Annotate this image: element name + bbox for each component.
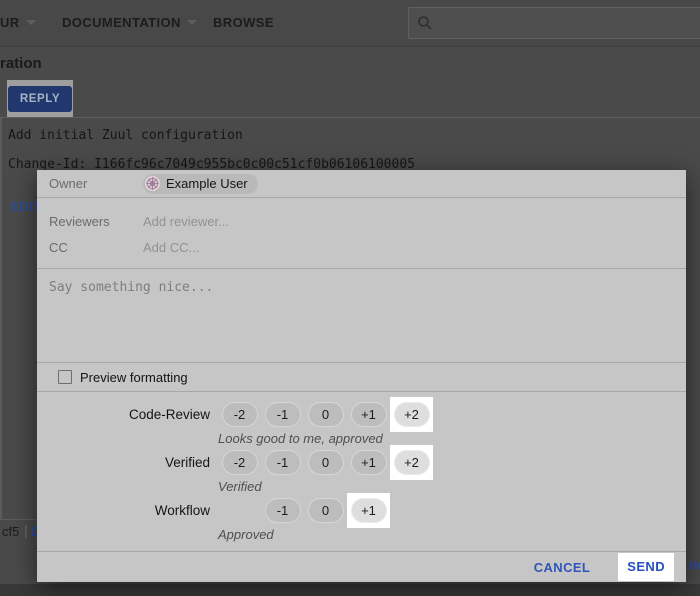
cc-label: CC <box>49 240 143 255</box>
workflow-zero-button[interactable]: 0 <box>308 498 344 523</box>
nav-item-browse-label: BROWSE <box>213 15 274 30</box>
search-box[interactable] <box>408 7 700 39</box>
commit-hash-fragment: cf5 <box>2 524 19 539</box>
divider <box>0 117 700 118</box>
send-spotlight: SEND <box>618 553 674 581</box>
code-review-minus1-button[interactable]: -1 <box>265 402 301 427</box>
owner-name: Example User <box>166 176 248 191</box>
reply-dialog: Owner Example User Reviewers Add reviewe… <box>37 170 686 582</box>
vote-slot: -1 <box>261 493 304 528</box>
comment-placeholder: Say something nice... <box>49 280 213 295</box>
verified-label: Verified <box>45 455 210 470</box>
add-reviewer-input[interactable]: Add reviewer... <box>143 214 229 229</box>
reviewers-label: Reviewers <box>49 214 143 229</box>
workflow-minus1-button[interactable]: -1 <box>265 498 301 523</box>
page-title: ration <box>0 55 42 72</box>
vote-slot: 0 <box>304 493 347 528</box>
nav-item-browse[interactable]: BROWSE <box>213 0 274 46</box>
commit-card-edge <box>0 117 2 519</box>
vote-row-workflow: Workflow -1 0 +1 <box>37 493 686 528</box>
vote-slot: +1 <box>347 445 390 480</box>
owner-label: Owner <box>49 176 143 191</box>
vote-slot: -1 <box>261 445 304 480</box>
preview-formatting-label: Preview formatting <box>80 370 188 385</box>
separator: | <box>24 522 28 538</box>
search-icon <box>417 15 433 31</box>
vote-slot: -2 <box>218 445 261 480</box>
code-review-zero-button[interactable]: 0 <box>308 402 344 427</box>
search-input[interactable] <box>433 15 700 32</box>
verified-zero-button[interactable]: 0 <box>308 450 344 475</box>
nav-item-documentation-label: DOCUMENTATION <box>62 15 181 30</box>
code-review-minus2-button[interactable]: -2 <box>222 402 258 427</box>
verified-minus2-button[interactable]: -2 <box>222 450 258 475</box>
vote-spotlight: +2 <box>390 445 433 480</box>
people-section: Reviewers Add reviewer... CC Add CC... <box>37 198 686 269</box>
cancel-button[interactable]: CANCEL <box>528 559 597 576</box>
commit-message: Add initial Zuul configuration <box>8 128 243 143</box>
vote-spotlight: +2 <box>390 397 433 432</box>
code-review-plus1-button[interactable]: +1 <box>351 402 387 427</box>
chevron-down-icon <box>187 20 197 25</box>
show-link-fragment[interactable]: HO <box>688 558 700 573</box>
nav-item-documentation[interactable]: DOCUMENTATION <box>62 0 197 46</box>
vote-slot: -1 <box>261 397 304 432</box>
vote-row-code-review: Code-Review -2 -1 0 +1 +2 <box>37 397 686 432</box>
vote-slot: -2 <box>218 397 261 432</box>
verified-plus2-button[interactable]: +2 <box>394 450 430 475</box>
reviewers-row: Reviewers Add reviewer... <box>49 208 686 234</box>
verified-plus1-button[interactable]: +1 <box>351 450 387 475</box>
code-review-label: Code-Review <box>45 407 210 422</box>
nav-item-your-label: UR <box>0 15 20 30</box>
page-footer-strip <box>0 584 700 596</box>
votes-section: Code-Review -2 -1 0 +1 +2 Looks good to … <box>37 392 686 551</box>
gerrit-reply-screen: UR DOCUMENTATION BROWSE ration REPLY Add… <box>0 0 700 596</box>
owner-row: Owner Example User <box>37 170 686 198</box>
edit-button[interactable]: EDIT <box>10 200 40 214</box>
vote-row-verified: Verified -2 -1 0 +1 +2 <box>37 445 686 480</box>
add-cc-input[interactable]: Add CC... <box>143 240 199 255</box>
owner-chip[interactable]: Example User <box>143 174 258 194</box>
comment-textarea[interactable]: Say something nice... <box>37 269 686 363</box>
workflow-description: Approved <box>218 528 686 541</box>
reply-spotlight: REPLY <box>7 80 73 117</box>
avatar <box>144 175 161 192</box>
workflow-plus1-button[interactable]: +1 <box>351 498 387 523</box>
code-review-plus2-button[interactable]: +2 <box>394 402 430 427</box>
preview-row: Preview formatting <box>37 363 686 392</box>
vote-slot: 0 <box>304 397 347 432</box>
dialog-footer: CANCEL SEND <box>37 551 686 582</box>
chevron-down-icon <box>26 20 36 25</box>
send-button[interactable]: SEND <box>627 559 665 574</box>
verified-minus1-button[interactable]: -1 <box>265 450 301 475</box>
workflow-label: Workflow <box>45 503 210 518</box>
cc-row: CC Add CC... <box>49 234 686 260</box>
nav-item-your[interactable]: UR <box>0 0 36 46</box>
vote-slot: +1 <box>347 397 390 432</box>
top-navbar: UR DOCUMENTATION BROWSE <box>0 0 700 47</box>
vote-slot: 0 <box>304 445 347 480</box>
code-review-description: Looks good to me, approved <box>218 432 686 445</box>
reply-button[interactable]: REPLY <box>8 86 72 112</box>
vote-spotlight: +1 <box>347 493 390 528</box>
verified-description: Verified <box>218 480 686 493</box>
preview-formatting-checkbox[interactable] <box>58 370 72 384</box>
